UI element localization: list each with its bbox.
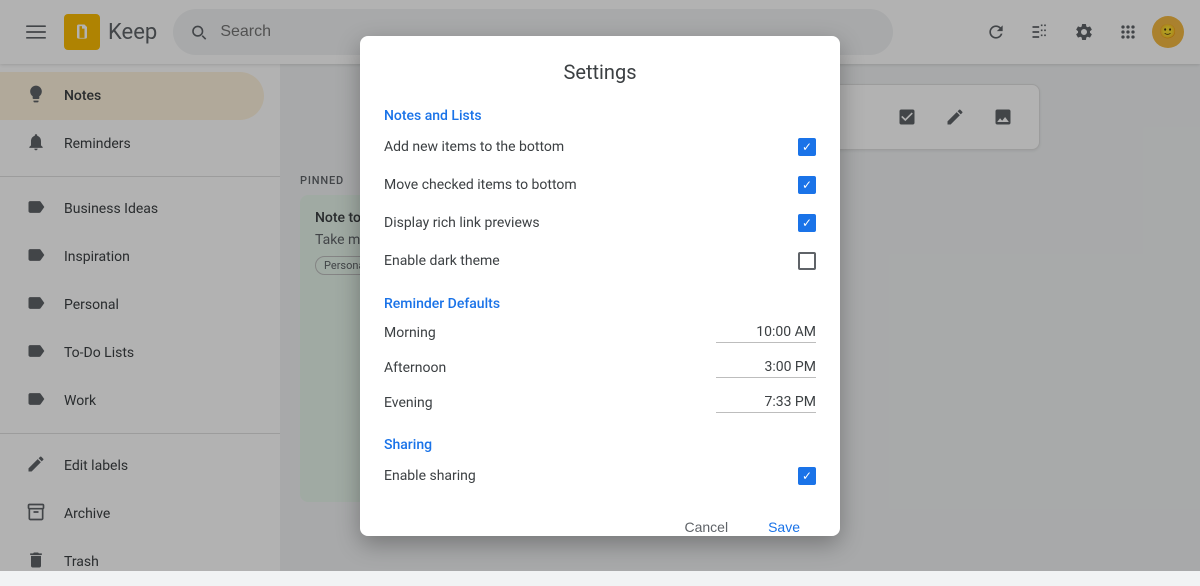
- settings-actions: Cancel Save: [360, 495, 840, 536]
- setting-label: Display rich link previews: [384, 215, 540, 231]
- setting-label: Add new items to the bottom: [384, 139, 564, 155]
- time-label: Evening: [384, 395, 433, 411]
- time-value[interactable]: 10:00 AM: [716, 324, 816, 343]
- settings-row: Enable sharing: [360, 457, 840, 495]
- setting-label: Enable sharing: [384, 468, 476, 484]
- settings-overlay: Settings Notes and Lists Add new items t…: [0, 0, 1200, 571]
- setting-label: Move checked items to bottom: [384, 177, 577, 193]
- cancel-button[interactable]: Cancel: [668, 511, 744, 536]
- settings-checkbox[interactable]: [798, 467, 816, 485]
- setting-label: Enable dark theme: [384, 253, 500, 269]
- settings-dialog: Settings Notes and Lists Add new items t…: [360, 36, 840, 536]
- time-value[interactable]: 3:00 PM: [716, 359, 816, 378]
- settings-row: Move checked items to bottom: [360, 166, 840, 204]
- settings-checkbox[interactable]: [798, 138, 816, 156]
- settings-row: Add new items to the bottom: [360, 128, 840, 166]
- time-label: Afternoon: [384, 360, 446, 376]
- settings-checkbox[interactable]: [798, 176, 816, 194]
- sharing-items: Enable sharing: [360, 457, 840, 495]
- time-value[interactable]: 7:33 PM: [716, 394, 816, 413]
- time-row: Evening 7:33 PM: [360, 386, 840, 421]
- time-row: Morning 10:00 AM: [360, 316, 840, 351]
- settings-title: Settings: [360, 36, 840, 100]
- notes-and-lists-heading: Notes and Lists: [360, 100, 840, 128]
- reminder-defaults-items: Morning 10:00 AM Afternoon 3:00 PM Evening 7:…: [360, 316, 840, 421]
- settings-row: Display rich link previews: [360, 204, 840, 242]
- notes-and-lists-items: Add new items to the bottom Move checked …: [360, 128, 840, 280]
- sharing-heading: Sharing: [360, 429, 840, 457]
- reminder-defaults-heading: Reminder Defaults: [360, 288, 840, 316]
- settings-checkbox[interactable]: [798, 252, 816, 270]
- settings-checkbox[interactable]: [798, 214, 816, 232]
- settings-row: Enable dark theme: [360, 242, 840, 280]
- time-label: Morning: [384, 325, 436, 341]
- save-button[interactable]: Save: [752, 511, 816, 536]
- time-row: Afternoon 3:00 PM: [360, 351, 840, 386]
